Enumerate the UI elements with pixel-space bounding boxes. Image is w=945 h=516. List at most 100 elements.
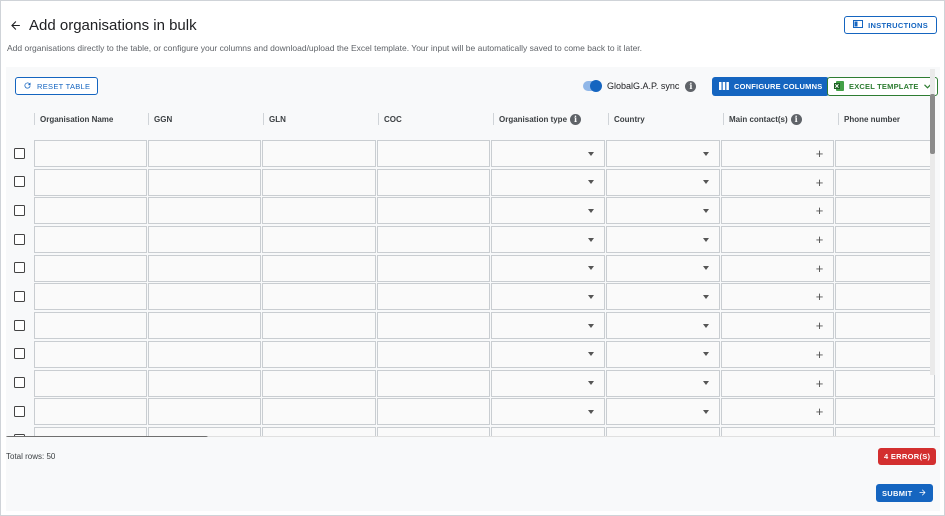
input-cell[interactable] bbox=[835, 340, 935, 368]
plus-icon[interactable]: + bbox=[816, 377, 824, 390]
input-cell[interactable] bbox=[835, 369, 935, 397]
input-cell[interactable] bbox=[33, 140, 147, 167]
plus-icon[interactable]: + bbox=[816, 204, 824, 217]
row-checkbox[interactable] bbox=[14, 204, 26, 216]
row-checkbox[interactable] bbox=[14, 405, 26, 417]
column-header[interactable]: Organisation type i bbox=[493, 105, 608, 133]
input-cell[interactable] bbox=[835, 168, 935, 196]
add-contact-cell[interactable]: + bbox=[720, 283, 835, 311]
input-cell[interactable] bbox=[147, 140, 262, 167]
info-icon[interactable]: i bbox=[790, 113, 802, 125]
input-cell[interactable] bbox=[376, 226, 491, 254]
input-cell[interactable] bbox=[33, 283, 147, 311]
select-cell[interactable] bbox=[606, 254, 720, 282]
input-cell[interactable] bbox=[376, 312, 491, 340]
add-contact-cell[interactable]: + bbox=[720, 398, 835, 426]
plus-icon[interactable]: + bbox=[816, 233, 824, 246]
input-cell[interactable] bbox=[147, 226, 262, 254]
input-cell[interactable] bbox=[33, 226, 147, 254]
select-cell[interactable] bbox=[606, 140, 720, 167]
select-cell[interactable] bbox=[606, 226, 720, 254]
input-cell[interactable] bbox=[376, 254, 491, 282]
add-contact-cell[interactable]: + bbox=[720, 140, 835, 167]
row-checkbox[interactable] bbox=[14, 147, 26, 159]
input-cell[interactable] bbox=[147, 254, 262, 282]
add-contact-cell[interactable]: + bbox=[720, 369, 835, 397]
select-cell[interactable] bbox=[491, 369, 606, 397]
column-header[interactable]: GGN bbox=[148, 105, 263, 133]
input-cell[interactable] bbox=[262, 140, 376, 167]
select-cell[interactable] bbox=[606, 398, 720, 426]
input-cell[interactable] bbox=[376, 197, 491, 225]
plus-icon[interactable]: + bbox=[816, 176, 824, 189]
select-cell[interactable] bbox=[606, 340, 720, 368]
add-contact-cell[interactable]: + bbox=[720, 340, 835, 368]
configure-columns-button[interactable]: CONFIGURE COLUMNS bbox=[712, 77, 830, 96]
horizontal-scrollbar-thumb[interactable] bbox=[6, 436, 208, 437]
input-cell[interactable] bbox=[33, 197, 147, 225]
input-cell[interactable] bbox=[262, 254, 376, 282]
column-header[interactable]: COC bbox=[378, 105, 493, 133]
select-cell[interactable] bbox=[606, 283, 720, 311]
input-cell[interactable] bbox=[262, 168, 376, 196]
input-cell[interactable] bbox=[262, 398, 376, 426]
select-cell[interactable] bbox=[606, 168, 720, 196]
input-cell[interactable] bbox=[33, 340, 147, 368]
input-cell[interactable] bbox=[147, 398, 262, 426]
errors-button[interactable]: 4 ERROR(S) bbox=[878, 448, 937, 465]
input-cell[interactable] bbox=[33, 168, 147, 196]
add-contact-cell[interactable]: + bbox=[720, 168, 835, 196]
back-arrow-icon[interactable] bbox=[7, 17, 23, 33]
input-cell[interactable] bbox=[33, 254, 147, 282]
info-icon[interactable]: i bbox=[570, 113, 582, 125]
vertical-scrollbar-thumb[interactable] bbox=[930, 94, 935, 154]
input-cell[interactable] bbox=[262, 369, 376, 397]
plus-icon[interactable]: + bbox=[816, 290, 824, 303]
input-cell[interactable] bbox=[835, 254, 935, 282]
input-cell[interactable] bbox=[376, 168, 491, 196]
plus-icon[interactable]: + bbox=[816, 348, 824, 361]
row-checkbox[interactable] bbox=[14, 262, 26, 274]
row-checkbox[interactable] bbox=[14, 233, 26, 245]
select-cell[interactable] bbox=[606, 369, 720, 397]
column-header[interactable]: Country bbox=[608, 105, 723, 133]
row-checkbox[interactable] bbox=[14, 176, 26, 188]
plus-icon[interactable]: + bbox=[816, 405, 824, 418]
select-cell[interactable] bbox=[491, 168, 606, 196]
input-cell[interactable] bbox=[835, 283, 935, 311]
input-cell[interactable] bbox=[147, 340, 262, 368]
reset-table-button[interactable]: RESET TABLE bbox=[15, 77, 99, 95]
select-cell[interactable] bbox=[491, 283, 606, 311]
input-cell[interactable] bbox=[262, 283, 376, 311]
select-cell[interactable] bbox=[491, 398, 606, 426]
row-checkbox[interactable] bbox=[14, 348, 26, 360]
input-cell[interactable] bbox=[835, 398, 935, 426]
input-cell[interactable] bbox=[262, 312, 376, 340]
row-checkbox[interactable] bbox=[14, 290, 26, 302]
select-cell[interactable] bbox=[606, 312, 720, 340]
input-cell[interactable] bbox=[262, 226, 376, 254]
horizontal-scrollbar[interactable] bbox=[6, 436, 940, 437]
input-cell[interactable] bbox=[835, 312, 935, 340]
input-cell[interactable] bbox=[33, 312, 147, 340]
input-cell[interactable] bbox=[376, 398, 491, 426]
select-cell[interactable] bbox=[491, 226, 606, 254]
vertical-scrollbar[interactable] bbox=[930, 69, 935, 375]
column-header[interactable]: Organisation Name bbox=[34, 105, 148, 133]
plus-icon[interactable]: + bbox=[816, 262, 824, 275]
column-header[interactable]: Phone number bbox=[838, 105, 939, 133]
input-cell[interactable] bbox=[147, 369, 262, 397]
input-cell[interactable] bbox=[147, 312, 262, 340]
input-cell[interactable] bbox=[376, 283, 491, 311]
input-cell[interactable] bbox=[262, 340, 376, 368]
row-checkbox[interactable] bbox=[14, 319, 26, 331]
input-cell[interactable] bbox=[147, 197, 262, 225]
input-cell[interactable] bbox=[835, 197, 935, 225]
plus-icon[interactable]: + bbox=[816, 147, 824, 160]
excel-template-button[interactable]: EXCEL TEMPLATE bbox=[827, 77, 938, 96]
add-contact-cell[interactable]: + bbox=[720, 312, 835, 340]
input-cell[interactable] bbox=[147, 168, 262, 196]
column-header[interactable]: GLN bbox=[263, 105, 378, 133]
row-checkbox[interactable] bbox=[14, 377, 26, 388]
globalgap-sync-toggle[interactable] bbox=[583, 80, 602, 92]
